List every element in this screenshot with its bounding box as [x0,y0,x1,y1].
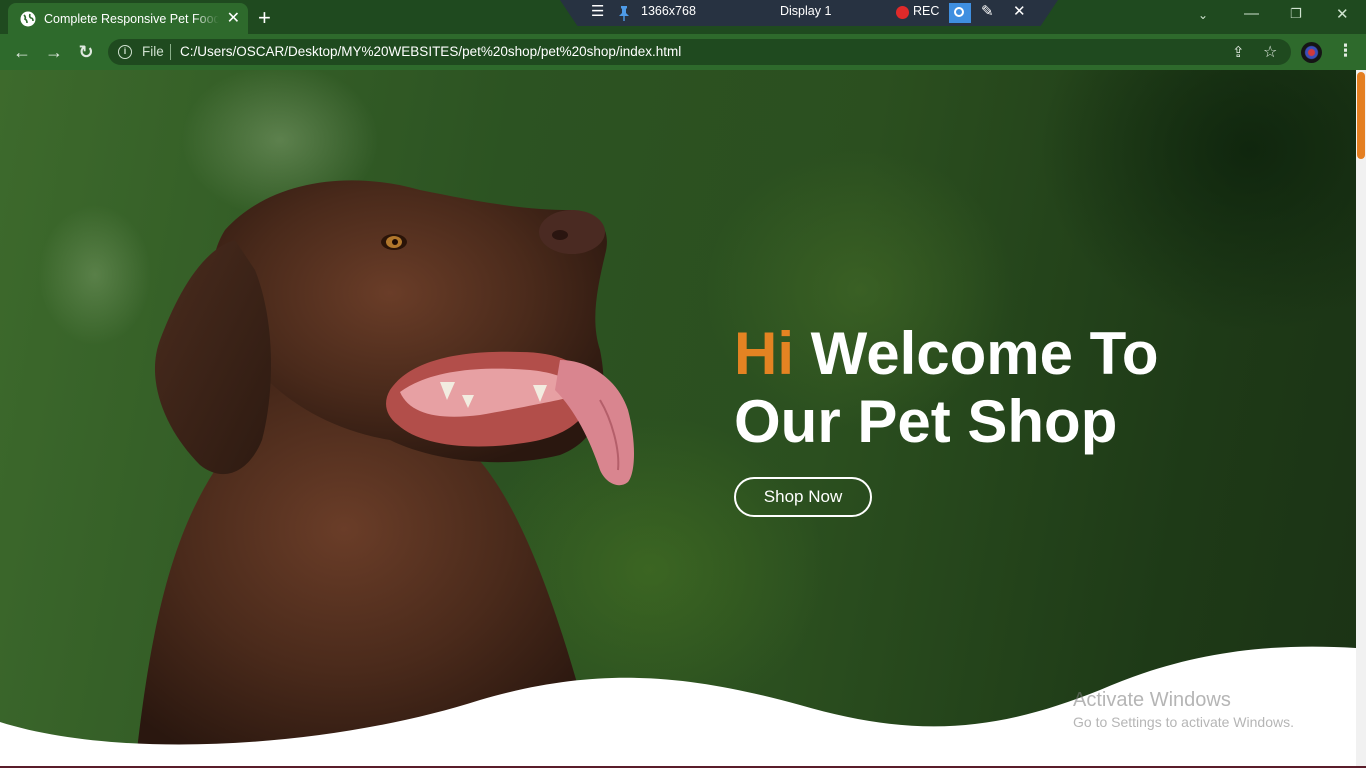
recorder-rec-label[interactable]: REC [913,4,939,18]
restore-icon[interactable]: ❐ [1290,6,1302,22]
hero-title-line2: Our Pet Shop [734,388,1118,455]
star-icon[interactable]: ☆ [1263,42,1277,62]
recorder-resolution: 1366x768 [641,4,696,18]
address-separator [170,44,171,60]
activate-title: Activate Windows [1073,689,1231,711]
close-icon[interactable]: ✕ [227,10,240,27]
activate-subtitle: Go to Settings to activate Windows. [1073,714,1294,730]
recorder-close-icon[interactable]: ✕ [1013,2,1026,20]
minimize-icon[interactable]: — [1244,5,1259,22]
browser-toolbar: ← → ↻ i File C:/Users/OSCAR/Desktop/MY%2… [0,34,1366,70]
tab-title: Complete Responsive Pet Food Website [44,11,219,26]
reload-icon[interactable]: ↻ [76,42,96,62]
address-bar[interactable]: i File C:/Users/OSCAR/Desktop/MY%20WEBSI… [108,39,1291,65]
chevron-down-icon[interactable]: ⌄ [1198,8,1208,22]
plus-icon[interactable]: + [258,5,271,31]
page-viewport: Hi Welcome To Our Pet Shop Shop Now Acti… [0,70,1356,768]
hero-heading: Hi Welcome To Our Pet Shop [734,320,1214,456]
profile-avatar[interactable] [1301,42,1322,63]
file-label: File [142,44,164,59]
info-icon[interactable]: i [118,45,132,59]
browser-titlebar: Complete Responsive Pet Food Website ✕ +… [0,0,1366,34]
back-icon[interactable]: ← [12,42,32,62]
hero-title-line1: Welcome To [810,320,1159,387]
windows-activation-watermark: Activate Windows Go to Settings to activ… [1073,689,1294,730]
hero-section: Hi Welcome To Our Pet Shop Shop Now Acti… [0,70,1356,768]
record-icon[interactable] [896,6,909,19]
forward-icon[interactable]: → [44,42,64,62]
menu-icon[interactable]: ☰ [591,2,604,20]
globe-icon [20,11,36,26]
url-text[interactable]: C:/Users/OSCAR/Desktop/MY%20WEBSITES/pet… [180,44,681,59]
pen-icon[interactable]: ✎ [981,2,994,20]
pin-icon[interactable] [618,5,630,21]
camera-icon[interactable] [949,3,971,23]
window-close-icon[interactable]: ✕ [1336,5,1349,23]
browser-tab[interactable]: Complete Responsive Pet Food Website ✕ [8,3,248,34]
share-icon[interactable]: ⇪ [1232,43,1245,61]
scrollbar-thumb[interactable] [1357,72,1365,159]
shop-now-button[interactable]: Shop Now [734,477,872,517]
more-icon[interactable]: ⋮ [1337,41,1354,61]
hero-greeting: Hi [734,320,794,387]
page-scrollbar[interactable] [1356,70,1366,768]
recorder-display[interactable]: Display 1 [780,4,831,18]
